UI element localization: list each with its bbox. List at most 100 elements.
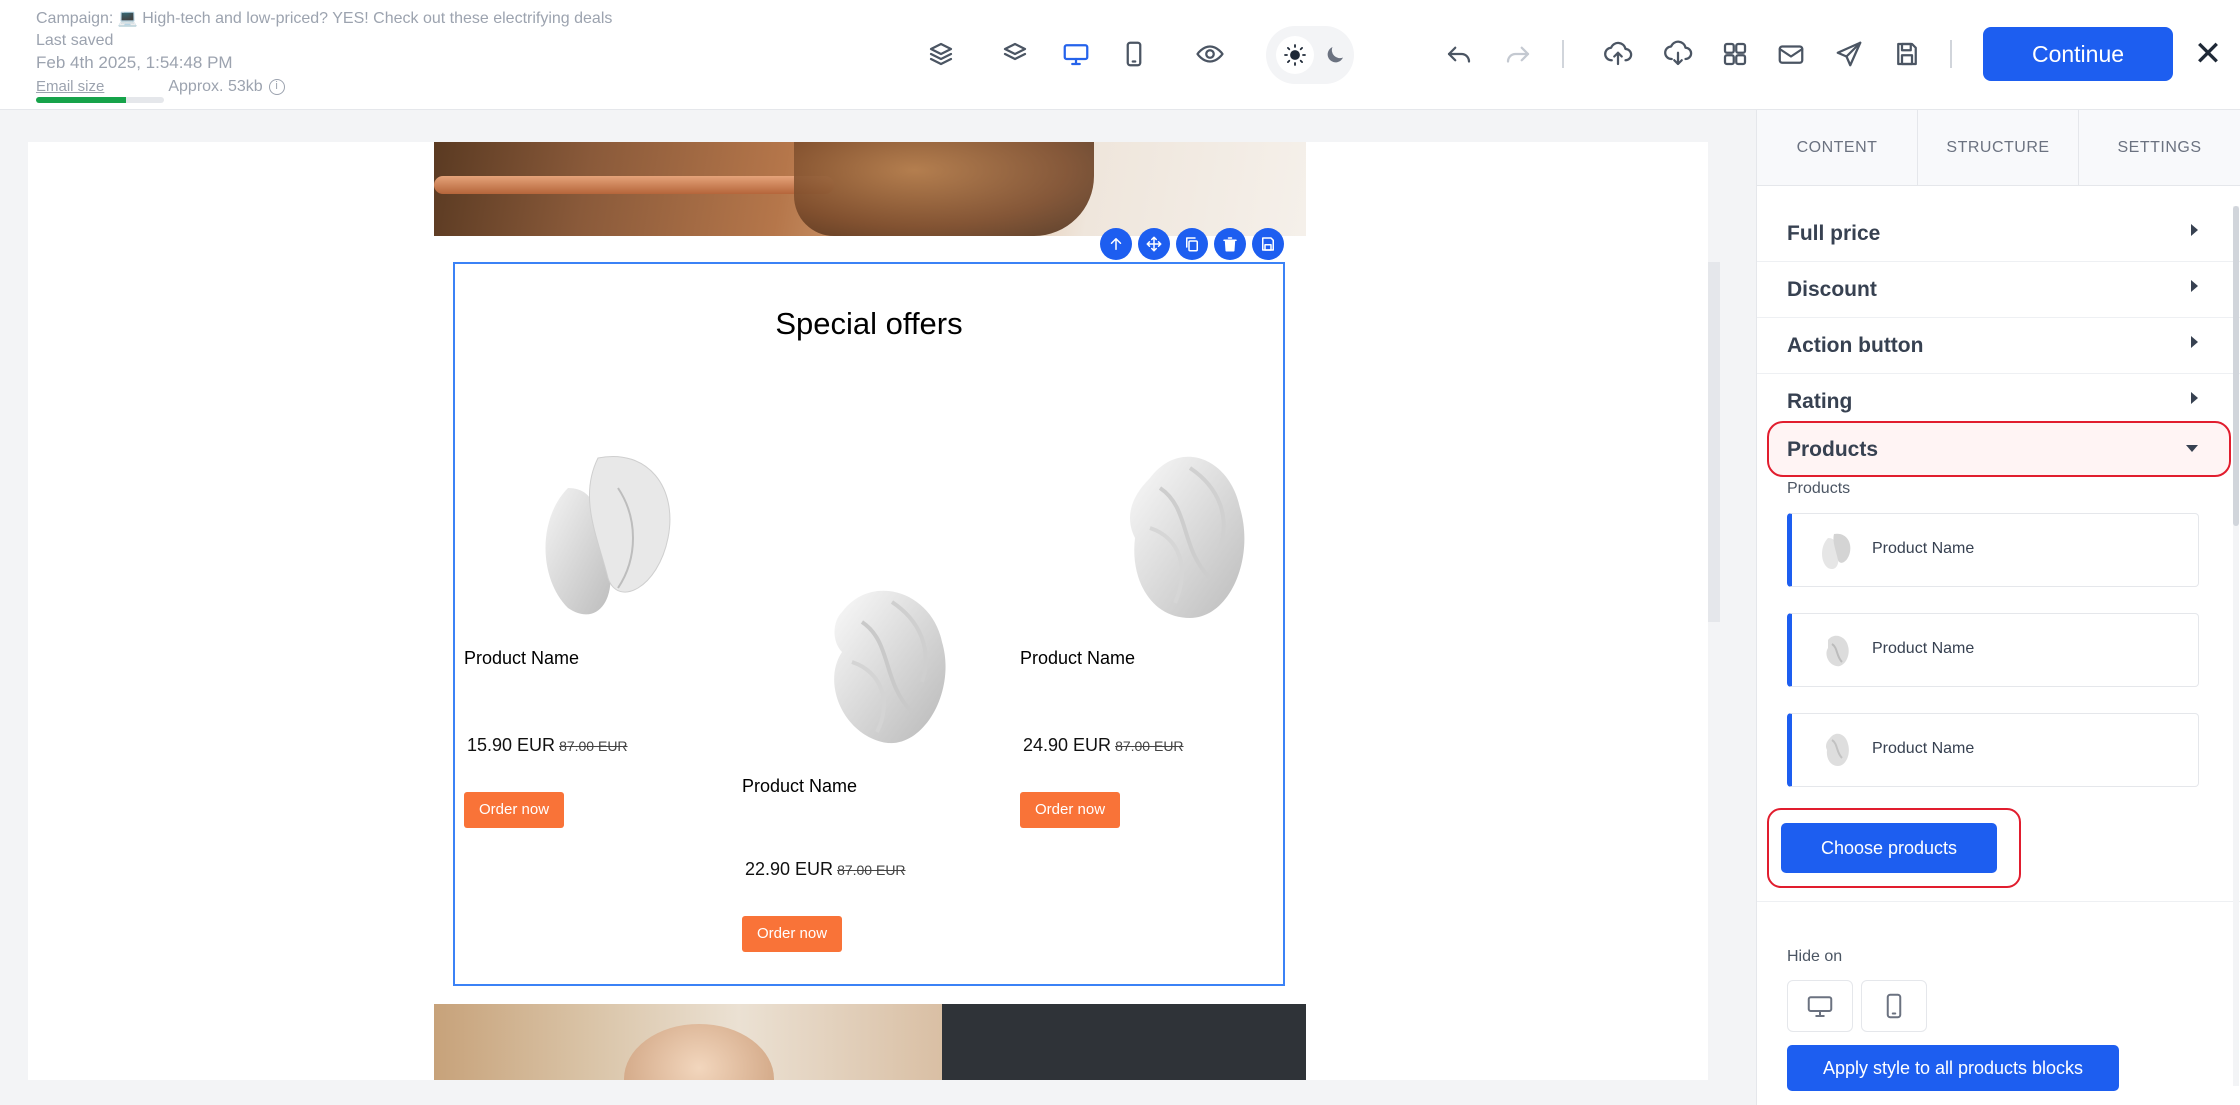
theme-toggle[interactable]: [1266, 26, 1354, 84]
product-list-item[interactable]: Product Name: [1787, 613, 2199, 687]
order-now-button[interactable]: Order now: [1020, 792, 1121, 828]
section-label: Discount: [1787, 278, 1877, 301]
mobile-view-icon[interactable]: [1116, 36, 1152, 72]
product-price: 24.90 EUR 87.00 EUR: [1023, 735, 1280, 756]
hide-on-desktop-toggle[interactable]: [1787, 980, 1853, 1032]
close-icon[interactable]: ✕: [2190, 34, 2226, 74]
section-products[interactable]: Products: [1767, 421, 2231, 477]
info-icon[interactable]: i: [268, 79, 285, 95]
upload-icon[interactable]: [1600, 36, 1636, 72]
section-label: Action button: [1787, 334, 1924, 357]
product-price: 22.90 EUR 87.00 EUR: [745, 859, 1002, 880]
hero-image-rail: [434, 176, 834, 194]
modules-grid-icon[interactable]: [1717, 36, 1753, 72]
canvas-scrollbar[interactable]: [1708, 142, 1720, 1080]
preview-eye-icon[interactable]: [1192, 36, 1228, 72]
chevron-down-icon: [2186, 445, 2198, 452]
email-size-value: Approx. 53kb: [168, 78, 263, 95]
layers-icon[interactable]: [997, 36, 1033, 72]
mail-icon[interactable]: [1773, 36, 1809, 72]
section-label: Full price: [1787, 222, 1881, 245]
section-label: Products: [1787, 438, 1879, 461]
section-discount[interactable]: Discount: [1757, 262, 2240, 318]
email-size-bar: [36, 97, 164, 103]
product-name: Product Name: [742, 776, 858, 796]
toolbar-divider: [1562, 40, 1564, 68]
campaign-name: High-tech and low-priced? YES! Check out…: [142, 10, 613, 27]
product-thumbnail: [1826, 733, 1849, 766]
toolbar-divider: [1950, 40, 1952, 68]
chevron-right-icon: [2191, 280, 2198, 292]
hide-on-label: Hide on: [1787, 948, 1843, 965]
duplicate-icon[interactable]: [1176, 228, 1208, 260]
product-list-item-name: Product Name: [1872, 540, 1975, 557]
product-list-item-name: Product Name: [1872, 740, 1975, 757]
save-block-icon[interactable]: [1252, 228, 1284, 260]
product-list-item[interactable]: Product Name: [1787, 713, 2199, 787]
chevron-right-icon: [2191, 392, 2198, 404]
section-full-price[interactable]: Full price: [1757, 206, 2240, 262]
redo-icon[interactable]: [1500, 36, 1536, 72]
panel-tabs: CONTENT STRUCTURE SETTINGS: [1757, 110, 2240, 186]
email-preview: Special offers Product Name 15.90 EUR 87.…: [434, 142, 1306, 1080]
product-price: 15.90 EUR 87.00 EUR: [467, 735, 724, 756]
product-price-current: 22.90 EUR: [745, 859, 834, 879]
chevron-right-icon: [2191, 224, 2198, 236]
product-card: Product Name 22.90 EUR 87.00 EUR Order no…: [742, 552, 1002, 952]
moon-icon[interactable]: [1316, 36, 1354, 74]
section-label: Rating: [1787, 390, 1853, 413]
layers-stack-icon[interactable]: [923, 36, 959, 72]
panel-scroll-thumb[interactable]: [2233, 206, 2239, 526]
campaign-prefix: Campaign:: [36, 10, 114, 27]
drag-move-icon[interactable]: [1138, 228, 1170, 260]
product-list-item[interactable]: Product Name: [1787, 513, 2199, 587]
product-name: Product Name: [464, 648, 580, 668]
product-image[interactable]: [498, 428, 718, 638]
choose-products-button[interactable]: Choose products: [1781, 823, 1997, 873]
send-icon[interactable]: [1831, 36, 1867, 72]
delete-icon[interactable]: [1214, 228, 1246, 260]
bottom-image-face: [624, 1024, 774, 1080]
product-price-old: 87.00 EUR: [837, 862, 906, 878]
email-size-bar-fill: [36, 97, 126, 103]
product-price-current: 15.90 EUR: [467, 735, 556, 755]
save-icon[interactable]: [1889, 36, 1925, 72]
email-size-label[interactable]: Email size: [36, 76, 104, 98]
undo-icon[interactable]: [1441, 36, 1477, 72]
product-price-old: 87.00 EUR: [1115, 738, 1184, 754]
campaign-meta: Campaign: 💻 High-tech and low-priced? YE…: [36, 8, 612, 98]
desktop-view-icon[interactable]: [1058, 36, 1094, 72]
tab-content[interactable]: CONTENT: [1757, 110, 1918, 186]
block-toolbar: [1100, 228, 1284, 260]
download-icon[interactable]: [1660, 36, 1696, 72]
hero-image[interactable]: [434, 142, 1306, 236]
order-now-button[interactable]: Order now: [464, 792, 565, 828]
apply-style-all-button[interactable]: Apply style to all products blocks: [1787, 1045, 2119, 1091]
products-block[interactable]: Special offers Product Name 15.90 EUR 87.…: [453, 262, 1285, 986]
hide-on-mobile-toggle[interactable]: [1861, 980, 1927, 1032]
tab-structure[interactable]: STRUCTURE: [1918, 110, 2079, 186]
product-image[interactable]: [1070, 428, 1290, 638]
bottom-image[interactable]: [434, 1004, 942, 1080]
panel-scrollbar[interactable]: [2233, 206, 2239, 1086]
product-price-old: 87.00 EUR: [559, 738, 628, 754]
product-list-item-name: Product Name: [1872, 640, 1975, 657]
panel-divider: [1757, 901, 2240, 902]
order-now-button[interactable]: Order now: [742, 916, 843, 952]
sun-icon[interactable]: [1276, 36, 1314, 74]
product-card: Product Name 15.90 EUR 87.00 EUR Order no…: [464, 428, 724, 828]
product-thumbnail: [1822, 533, 1851, 570]
email-size-value-wrap: Approx. 53kb i: [168, 76, 285, 98]
tab-settings[interactable]: SETTINGS: [2079, 110, 2240, 186]
continue-button[interactable]: Continue: [1983, 27, 2173, 81]
product-name: Product Name: [1020, 648, 1136, 668]
product-thumbnail: [1826, 635, 1849, 667]
campaign-title: Campaign: 💻 High-tech and low-priced? YE…: [36, 8, 612, 30]
move-up-icon[interactable]: [1100, 228, 1132, 260]
section-action-button[interactable]: Action button: [1757, 318, 2240, 374]
product-image[interactable]: [782, 552, 1002, 762]
properties-panel: CONTENT STRUCTURE SETTINGS Full price Di…: [1756, 110, 2240, 1105]
bottom-dark-block[interactable]: [942, 1004, 1306, 1080]
mobile-icon: [1886, 993, 1902, 1019]
canvas-scroll-thumb[interactable]: [1708, 262, 1720, 622]
